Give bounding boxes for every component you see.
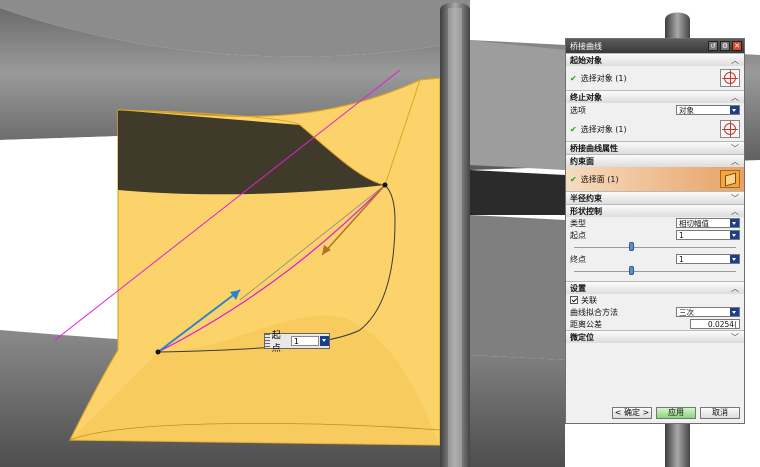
type-dropdown[interactable]: 相切幅值	[676, 218, 740, 228]
chevron-down-icon[interactable]	[730, 308, 739, 316]
float-input-label: 起点	[271, 331, 281, 354]
close-icon[interactable]: ✕	[732, 41, 742, 51]
apply-button[interactable]: 应用	[656, 407, 696, 419]
end-value-row: 终点 1	[566, 253, 744, 265]
fit-method-dropdown[interactable]: 三次	[676, 307, 740, 317]
tolerance-row: 距离公差 0.0254(	[566, 318, 744, 330]
option-label: 选项	[570, 105, 586, 115]
spin-icon[interactable]	[730, 231, 739, 239]
tolerance-input[interactable]: 0.0254(	[690, 319, 740, 329]
section-title: 桥接曲线属性	[570, 143, 618, 153]
start-value-row: 起点 1	[566, 229, 744, 241]
dialog-titlebar[interactable]: 桥接曲线 ↺ ⚙ ✕	[566, 39, 744, 53]
slider-thumb[interactable]	[628, 242, 634, 251]
slider-thumb[interactable]	[628, 266, 634, 275]
fit-method-label: 曲线拟合方法	[570, 307, 618, 317]
select-face-label: 选择面 (1)	[580, 174, 619, 184]
right-lower-block	[470, 215, 565, 360]
section-fine-position[interactable]: 微定位 ﹀	[566, 330, 744, 343]
chevron-up-icon[interactable]: ︿	[731, 55, 739, 66]
section-bridge-properties[interactable]: 桥接曲线属性 ﹀	[566, 141, 744, 154]
option-dropdown-value: 对象	[679, 105, 694, 115]
section-radius-constraint[interactable]: 半径约束 ﹀	[566, 191, 744, 204]
crosshair-icon[interactable]	[720, 120, 740, 138]
section-start-object[interactable]: 起始对象 ︿	[566, 53, 744, 66]
top-rail-highlight	[448, 8, 462, 467]
type-dropdown-value: 相切幅值	[679, 218, 709, 228]
start-label: 起点	[570, 230, 586, 240]
dialog-title: 桥接曲线	[570, 41, 602, 51]
start-slider[interactable]	[566, 241, 744, 253]
gear-icon[interactable]: ⚙	[720, 41, 730, 51]
start-point-marker	[155, 349, 161, 355]
cancel-button[interactable]: 取消	[700, 407, 740, 419]
dark-slot	[470, 170, 565, 215]
associative-row[interactable]: 关联	[566, 294, 744, 306]
section-title: 半径约束	[570, 193, 602, 203]
spin-down-icon[interactable]	[320, 336, 329, 346]
chevron-down-icon[interactable]: ﹀	[731, 332, 739, 343]
reset-icon[interactable]: ↺	[708, 41, 718, 51]
section-title: 起始对象	[570, 55, 602, 65]
section-title: 微定位	[570, 332, 594, 342]
right-top-block	[470, 40, 565, 170]
slider-track	[574, 271, 736, 272]
section-title: 终止对象	[570, 92, 602, 102]
chevron-up-icon[interactable]: ︿	[731, 156, 739, 167]
end-slider[interactable]	[566, 265, 744, 277]
chevron-up-icon[interactable]: ︿	[731, 283, 739, 294]
section-shape-control[interactable]: 形状控制 ︿	[566, 204, 744, 217]
start-value: 1	[679, 230, 684, 240]
end-select-object-row[interactable]: ✔ 选择对象 (1)	[566, 117, 744, 141]
section-constraint-face[interactable]: 约束面 ︿	[566, 154, 744, 167]
section-title: 形状控制	[570, 206, 602, 216]
chevron-down-icon[interactable]	[730, 106, 739, 114]
check-icon: ✔	[570, 124, 577, 134]
start-select-object-row[interactable]: ✔ 选择对象 (1)	[566, 66, 744, 90]
end-label: 终点	[570, 254, 586, 264]
chevron-up-icon[interactable]: ︿	[731, 92, 739, 103]
end-option-row: 选项 对象	[566, 103, 744, 117]
type-label: 类型	[570, 218, 586, 228]
chevron-down-icon[interactable]	[730, 219, 739, 227]
chevron-up-icon[interactable]: ︿	[731, 206, 739, 217]
section-title: 约束面	[570, 156, 594, 166]
option-dropdown[interactable]: 对象	[676, 105, 740, 115]
chevron-down-icon[interactable]: ﹀	[731, 143, 739, 154]
float-input-value[interactable]: 1	[290, 336, 320, 346]
end-value-input[interactable]: 1	[676, 254, 740, 264]
fit-method-value: 三次	[679, 307, 694, 317]
associative-label: 关联	[581, 295, 597, 305]
chevron-down-icon[interactable]: ﹀	[731, 193, 739, 204]
end-point-marker	[382, 182, 388, 188]
spin-icon[interactable]	[730, 255, 739, 263]
slider-track	[574, 247, 736, 248]
associative-checkbox[interactable]	[570, 296, 578, 304]
start-point-float-input[interactable]: 起点 1	[264, 331, 330, 354]
select-face-row[interactable]: ✔ 选择面 (1)	[566, 167, 744, 191]
dialog-footer: 确定 应用 取消	[566, 407, 744, 419]
tolerance-label: 距离公差	[570, 319, 602, 329]
crosshair-icon[interactable]	[720, 69, 740, 87]
face-select-icon[interactable]	[720, 170, 740, 188]
end-value: 1	[679, 254, 684, 264]
section-settings[interactable]: 设置 ︿	[566, 281, 744, 294]
drag-grip[interactable]	[265, 334, 270, 348]
check-icon: ✔	[570, 174, 577, 184]
section-end-object[interactable]: 终止对象 ︿	[566, 90, 744, 103]
check-icon: ✔	[570, 73, 577, 83]
bridge-curve-dialog: 桥接曲线 ↺ ⚙ ✕ 起始对象 ︿ ✔ 选择对象 (1) 终止对象 ︿ 选项 对…	[565, 38, 745, 424]
section-title: 设置	[570, 283, 586, 293]
select-object-label: 选择对象 (1)	[580, 73, 627, 83]
fit-method-row: 曲线拟合方法 三次	[566, 306, 744, 318]
start-value-input[interactable]: 1	[676, 230, 740, 240]
ok-button[interactable]: 确定	[612, 407, 652, 419]
shape-type-row: 类型 相切幅值	[566, 217, 744, 229]
select-object-label: 选择对象 (1)	[580, 124, 627, 134]
